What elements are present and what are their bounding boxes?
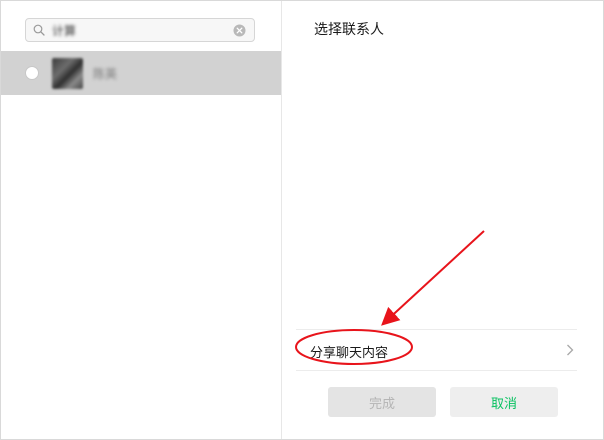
contact-list-item[interactable]: 陈英 xyxy=(1,51,281,95)
panel-title: 选择联系人 xyxy=(314,22,384,38)
share-chat-content-option[interactable]: 分享聊天内容 xyxy=(296,329,577,371)
cancel-button[interactable]: 取消 xyxy=(450,387,558,417)
select-contact-dialog: 陈英 选择联系人 分享聊天内容 完成 取消 xyxy=(0,0,604,440)
search-icon xyxy=(33,24,45,36)
avatar xyxy=(52,58,83,89)
contact-list-pane: 陈英 xyxy=(1,1,282,439)
contact-name: 陈英 xyxy=(93,67,118,81)
search-input[interactable] xyxy=(52,21,222,39)
share-option-label: 分享聊天内容 xyxy=(310,346,389,361)
search-box[interactable] xyxy=(25,18,255,42)
select-radio[interactable] xyxy=(25,66,39,80)
clear-icon[interactable] xyxy=(233,24,246,37)
chevron-right-icon xyxy=(567,344,574,356)
done-button[interactable]: 完成 xyxy=(328,387,436,417)
